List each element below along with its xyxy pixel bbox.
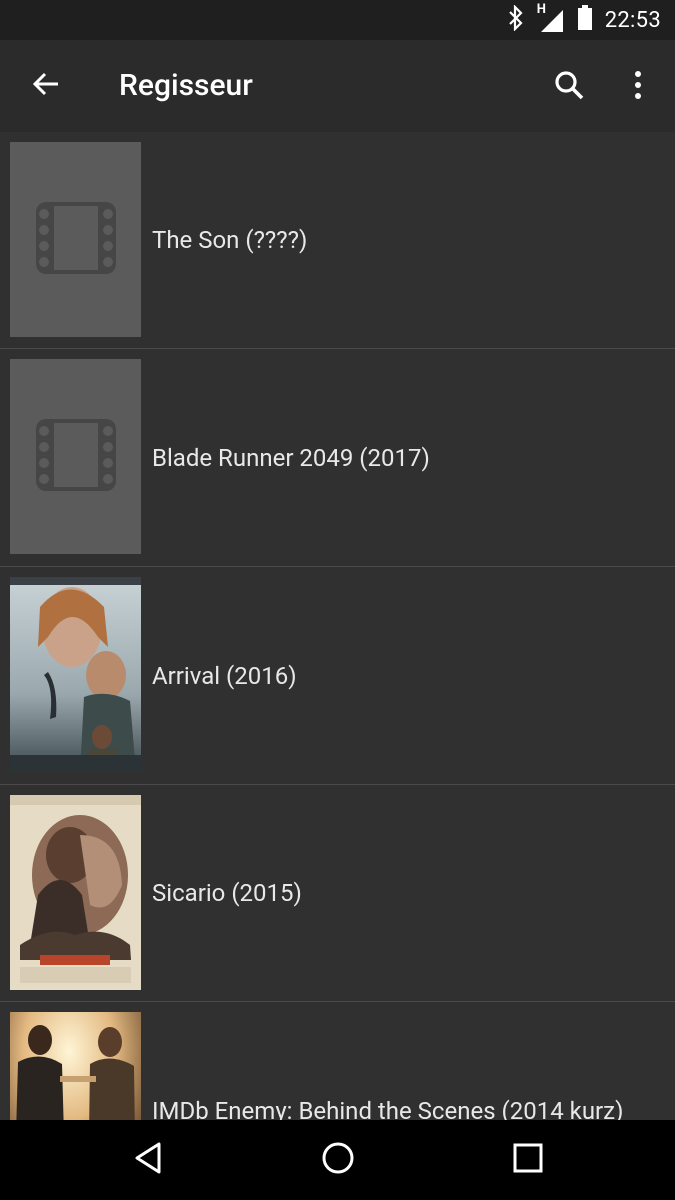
list-item[interactable]: Sicario (2015) bbox=[0, 785, 675, 1002]
nav-back-button[interactable] bbox=[120, 1134, 176, 1186]
movie-title: Arrival (2016) bbox=[152, 661, 297, 690]
poster-enemy-behind-scenes bbox=[10, 1012, 141, 1120]
list-item[interactable]: Arrival (2016) bbox=[0, 567, 675, 785]
movie-title: Sicario (2015) bbox=[152, 879, 302, 907]
list-item[interactable]: IMDb Enemy: Behind the Scenes (2014 kurz… bbox=[0, 1002, 675, 1120]
signal-icon: H bbox=[537, 2, 565, 34]
bluetooth-icon bbox=[507, 4, 525, 35]
status-icons: H 22:53 bbox=[507, 0, 661, 40]
nav-home-button[interactable] bbox=[310, 1134, 366, 1186]
back-arrow-icon bbox=[31, 69, 61, 103]
film-icon bbox=[34, 417, 118, 497]
home-circle-icon bbox=[321, 1141, 355, 1179]
search-icon bbox=[553, 69, 585, 105]
back-button[interactable] bbox=[22, 62, 70, 110]
list-item[interactable]: Blade Runner 2049 (2017) bbox=[0, 349, 675, 567]
movie-title: Blade Runner 2049 (2017) bbox=[152, 443, 430, 472]
list-item[interactable]: The Son (????) bbox=[0, 132, 675, 349]
page-title: Regisseur bbox=[119, 68, 253, 103]
system-nav-bar bbox=[0, 1120, 675, 1200]
film-icon bbox=[34, 200, 118, 280]
poster-sicario bbox=[10, 795, 141, 990]
movie-list: The Son (????) Blade Runner 2049 (2017) bbox=[0, 132, 675, 1120]
nav-recents-button[interactable] bbox=[500, 1134, 556, 1186]
poster-arrival bbox=[10, 577, 141, 772]
status-time: 22:53 bbox=[604, 7, 661, 33]
poster-placeholder bbox=[10, 359, 141, 554]
search-button[interactable] bbox=[544, 62, 594, 112]
app-bar: Regisseur bbox=[0, 40, 675, 132]
movie-title: The Son (????) bbox=[152, 226, 308, 254]
movie-title: IMDb Enemy: Behind the Scenes (2014 kurz… bbox=[152, 1097, 624, 1120]
battery-icon bbox=[577, 5, 593, 35]
more-options-button[interactable] bbox=[618, 62, 658, 112]
poster-placeholder bbox=[10, 142, 141, 337]
more-vert-icon bbox=[633, 70, 643, 104]
back-triangle-icon bbox=[133, 1141, 163, 1179]
status-bar: H 22:53 bbox=[0, 0, 675, 40]
recents-square-icon bbox=[513, 1143, 543, 1177]
